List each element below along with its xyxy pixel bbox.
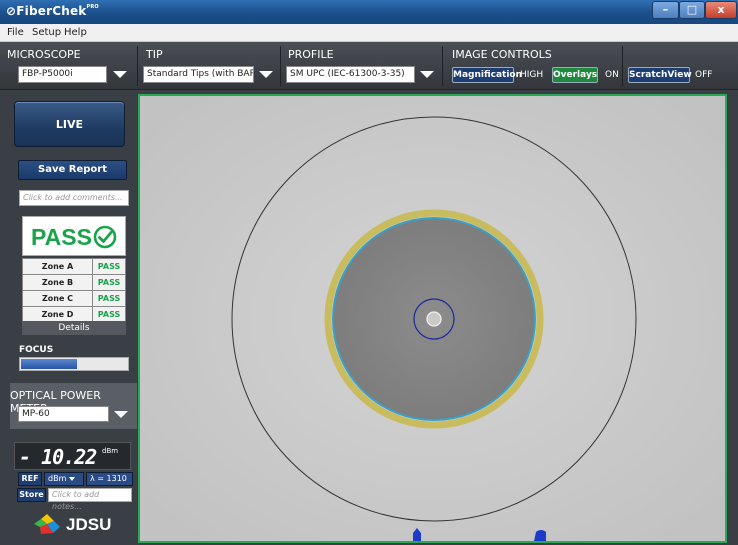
focus-label: FOCUS (19, 345, 54, 355)
power-readout: - 10.22 dBm (14, 442, 131, 470)
overall-result-text: PASS (31, 224, 92, 250)
save-report-button[interactable]: Save Report (18, 160, 127, 180)
app-logo-icon: ⊘ (6, 4, 17, 18)
focus-meter (19, 357, 129, 371)
overlays-value: ON (605, 70, 619, 80)
microscope-select[interactable]: FBP-P5000i (18, 66, 107, 83)
comments-input[interactable]: Click to add comments... (19, 190, 129, 206)
jdsu-logo-icon (34, 514, 60, 534)
maximize-button[interactable]: □ (679, 1, 705, 19)
check-circle-icon (93, 225, 117, 249)
zone-name: Zone C (22, 290, 93, 307)
fiber-image-view[interactable] (138, 94, 727, 543)
unit-select[interactable]: dBm (44, 472, 84, 486)
tip-select[interactable]: Standard Tips (with BAP1) (143, 66, 254, 83)
store-button[interactable]: Store (17, 488, 46, 502)
fiber-core (426, 311, 442, 327)
chevron-down-icon (69, 476, 76, 481)
zone-results-table: Zone A PASS Zone B PASS Zone C PASS Zone DP… (22, 258, 126, 323)
microscope-label: MICROSCOPE (7, 48, 81, 61)
overlays-button[interactable]: Overlays (552, 67, 598, 83)
opm-device-select[interactable]: MP-60 (18, 406, 109, 422)
zone-result: PASS (92, 258, 126, 275)
wavelength-select[interactable]: λ = 1310 (86, 472, 133, 493)
opm-chevron-down-icon[interactable] (114, 411, 128, 418)
focus-meter-fill (21, 359, 78, 369)
microscope-chevron-down-icon[interactable] (113, 71, 127, 78)
fiber-end-face-image (140, 96, 725, 541)
title-bar: ⊘FiberChekPRO – □ x (0, 0, 738, 24)
scratchview-button[interactable]: ScratchView (628, 67, 692, 83)
menu-bar: File Setup Help (0, 24, 738, 42)
notes-input[interactable]: Click to add notes... (48, 488, 132, 511)
left-panel: LIVE Save Report Click to add comments..… (0, 91, 137, 545)
jdsu-logo: JDSU (33, 513, 123, 537)
profile-chevron-down-icon[interactable] (420, 71, 434, 78)
ref-button[interactable]: REF (18, 472, 42, 486)
brand-name: JDSU (66, 515, 112, 534)
minimize-button[interactable]: – (652, 1, 679, 19)
magnification-button[interactable]: Magnification (452, 67, 522, 83)
table-row: Zone B PASS (22, 274, 126, 291)
app-title: ⊘FiberChekPRO (6, 4, 99, 18)
power-unit: dBm (102, 447, 119, 455)
profile-select[interactable]: SM UPC (IEC-61300-3-35) (286, 66, 415, 83)
menu-setup[interactable]: Setup (32, 27, 61, 38)
profile-label: PROFILE (288, 48, 334, 61)
header-controls: MICROSCOPE FBP-P5000i TIP Standard Tips … (0, 42, 738, 90)
zone-result: PASS (92, 274, 126, 291)
zone-name: Zone B (22, 274, 93, 291)
magnification-value: HIGH (520, 70, 544, 80)
image-controls-label: IMAGE CONTROLS (452, 48, 552, 61)
overall-result-badge: PASS (22, 216, 126, 256)
power-reading: - 10.22 (19, 445, 97, 469)
tip-label: TIP (146, 48, 163, 61)
zone-result: PASS (92, 290, 126, 307)
close-button[interactable]: x (705, 1, 737, 19)
table-row: Zone C PASS (22, 290, 126, 307)
menu-file[interactable]: File (7, 27, 24, 38)
details-button[interactable]: Details (22, 321, 126, 335)
tip-chevron-down-icon[interactable] (259, 71, 273, 78)
table-row: Zone A PASS (22, 258, 126, 275)
menu-help[interactable]: Help (64, 27, 87, 38)
scratchview-value: OFF (695, 70, 713, 80)
zone-name: Zone A (22, 258, 93, 275)
live-button[interactable]: LIVE (14, 101, 125, 147)
